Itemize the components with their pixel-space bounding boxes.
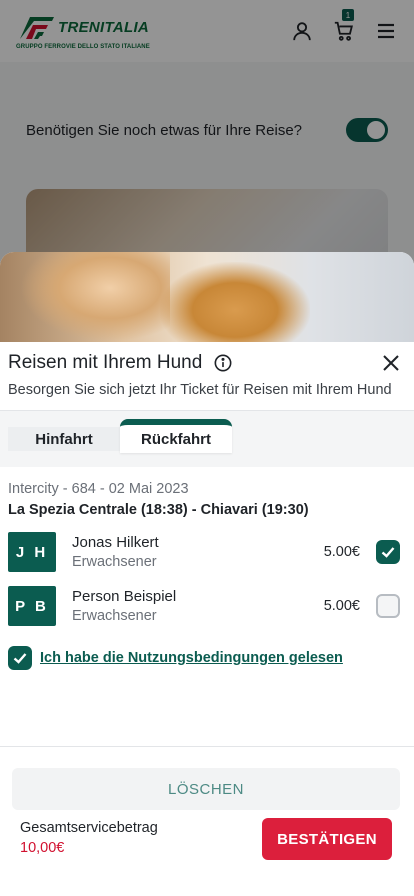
dog-ticket-sheet: Reisen mit Ihrem Hund Besorgen Sie sich … (0, 252, 414, 896)
route-info: La Spezia Centrale (18:38) - Chiavari (1… (8, 502, 309, 518)
tab-outward[interactable]: Hinfahrt (8, 427, 120, 451)
hero-image-woman-with-dog (0, 252, 414, 342)
passenger-name: Person Beispiel (72, 588, 177, 605)
passenger-row[interactable]: J H Jonas Hilkert Erwachsener 5.00€ (0, 532, 414, 572)
divider (0, 746, 414, 747)
passenger-type: Erwachsener (72, 608, 157, 624)
total-value: 10,00€ (20, 840, 65, 856)
passenger-avatar: P B (8, 586, 56, 626)
close-icon (383, 355, 399, 371)
passenger-price: 5.00€ (323, 598, 360, 614)
checkmark-icon (13, 653, 27, 664)
passenger-checkbox[interactable] (376, 540, 400, 564)
terms-link[interactable]: Ich habe die Nutzungsbedingungen gelesen (40, 650, 343, 666)
terms-row: Ich habe die Nutzungsbedingungen gelesen (0, 644, 414, 672)
sheet-subtitle: Besorgen Sie sich jetzt Ihr Ticket für R… (8, 382, 392, 398)
passenger-name: Jonas Hilkert (72, 534, 159, 551)
passenger-price: 5.00€ (323, 544, 360, 560)
passenger-avatar: J H (8, 532, 56, 572)
info-icon[interactable] (214, 354, 232, 372)
total-label: Gesamtservicebetrag (20, 820, 158, 836)
terms-checkbox[interactable] (8, 646, 32, 670)
tab-return[interactable]: Rückfahrt (120, 419, 232, 453)
sheet-title: Reisen mit Ihrem Hund (8, 352, 203, 373)
passenger-row[interactable]: P B Person Beispiel Erwachsener 5.00€ (0, 586, 414, 626)
confirm-button[interactable]: BESTÄTIGEN (262, 818, 392, 860)
passenger-type: Erwachsener (72, 554, 157, 570)
delete-button[interactable]: LÖSCHEN (12, 768, 400, 810)
train-info: Intercity - 684 - 02 Mai 2023 (8, 481, 189, 497)
passenger-checkbox[interactable] (376, 594, 400, 618)
direction-tabs: Hinfahrt Rückfahrt (0, 411, 414, 467)
checkmark-icon (381, 547, 395, 558)
close-button[interactable] (380, 352, 402, 374)
